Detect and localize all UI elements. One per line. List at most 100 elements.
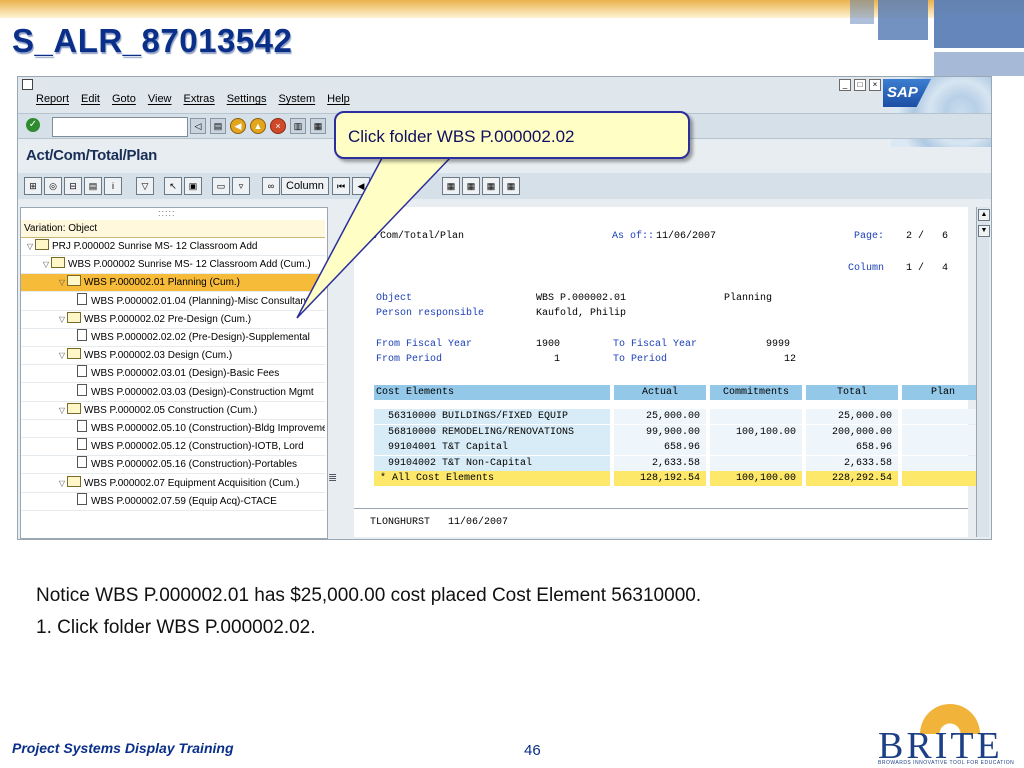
header-plan[interactable]: Plan — [902, 385, 984, 400]
folder-icon — [67, 348, 81, 360]
tree-node[interactable]: ▽ WBS P.000002.03 Design (Cum.) — [21, 347, 325, 366]
table-cell[interactable]: 25,000.00 — [614, 409, 706, 424]
list-side-icon[interactable]: ≣ — [328, 471, 342, 485]
print-icon[interactable]: ▥ — [290, 118, 306, 134]
print-preview-icon[interactable]: ▭ — [212, 177, 230, 195]
maximize-icon[interactable]: □ — [854, 79, 866, 91]
column-tool-icon[interactable]: ▦ — [462, 177, 480, 195]
column-button[interactable]: Column — [281, 177, 329, 195]
expand-toggle-icon[interactable]: ▽ — [41, 256, 51, 273]
table-cell[interactable] — [710, 455, 802, 471]
splitter-grip[interactable]: ::::: — [158, 208, 176, 218]
menu-goto[interactable]: Goto — [112, 93, 136, 105]
tree-node[interactable]: WBS P.000002.03.01 (Design)-Basic Fees — [21, 365, 325, 384]
expand-toggle-icon[interactable]: ▽ — [57, 274, 67, 291]
expand-icon[interactable]: ⊟ — [64, 177, 82, 195]
total-cell[interactable]: * All Cost Elements — [374, 471, 610, 486]
column-tool-icon[interactable]: ▦ — [442, 177, 460, 195]
navigate-icon[interactable]: ◎ — [44, 177, 62, 195]
tree-node[interactable]: WBS P.000002.01.04 (Planning)-Misc Consu… — [21, 292, 325, 311]
table-cell[interactable] — [902, 409, 984, 424]
expand-toggle-icon[interactable]: ▽ — [57, 311, 67, 328]
scroll-up-icon[interactable]: ▲ — [978, 209, 990, 221]
save-icon[interactable]: ▤ — [210, 118, 226, 134]
back-icon[interactable]: ◀ — [230, 118, 246, 134]
tree-node[interactable]: ▽ WBS P.000002.01 Planning (Cum.) — [21, 274, 325, 293]
command-field[interactable] — [52, 117, 188, 137]
detail-icon[interactable]: ▣ — [184, 177, 202, 195]
header-cost-elements[interactable]: Cost Elements — [374, 385, 610, 400]
table-cell[interactable]: 2,633.58 — [614, 455, 706, 471]
table-cell[interactable] — [902, 455, 984, 471]
prev-column-icon[interactable]: ◀ — [352, 177, 370, 195]
layout-icon[interactable]: ▤ — [84, 177, 102, 195]
exit-icon[interactable]: ▲ — [250, 118, 266, 134]
tree-node[interactable]: WBS P.000002.02.02 (Pre-Design)-Suppleme… — [21, 329, 325, 347]
table-cell[interactable] — [902, 424, 984, 440]
column-tool-icon[interactable]: ▦ — [502, 177, 520, 195]
info-icon[interactable]: i — [104, 177, 122, 195]
first-column-icon[interactable]: ⏮ — [332, 177, 350, 195]
tree-node[interactable]: WBS P.000002.03.03 (Design)-Construction… — [21, 383, 325, 402]
hierarchy-icon[interactable]: ⊞ — [24, 177, 42, 195]
expand-toggle-icon[interactable]: ▽ — [25, 238, 35, 255]
table-cell[interactable] — [710, 440, 802, 455]
table-cell[interactable]: 56810000 REMODELING/RENOVATIONS — [374, 424, 610, 440]
table-cell[interactable]: 99104001 T&T Capital — [374, 440, 610, 455]
tree-node[interactable]: ▽ WBS P.000002.05 Construction (Cum.) — [21, 402, 325, 420]
expand-toggle-icon[interactable]: ▽ — [57, 402, 67, 419]
expand-toggle-icon[interactable]: ▽ — [57, 475, 67, 492]
minimize-icon[interactable]: _ — [839, 79, 851, 91]
back-nav-icon[interactable]: ◁ — [190, 118, 206, 134]
table-cell[interactable] — [902, 440, 984, 455]
object-label: Object — [376, 293, 413, 304]
window-menu-icon[interactable] — [22, 79, 33, 90]
table-cell[interactable]: 25,000.00 — [806, 409, 898, 424]
table-cell[interactable]: 658.96 — [614, 440, 706, 455]
tree-node[interactable]: WBS P.000002.05.16 (Construction)-Portab… — [21, 456, 325, 475]
menu-settings[interactable]: Settings — [227, 93, 267, 105]
table-cell[interactable]: 2,633.58 — [806, 455, 898, 471]
menu-edit[interactable]: Edit — [81, 93, 100, 105]
tree-node[interactable]: ▽ WBS P.000002.02 Pre-Design (Cum.) — [21, 311, 325, 329]
tree-node-label: WBS P.000002.05.10 (Construction)-Bldg I… — [91, 423, 325, 434]
tree-node[interactable]: ▽ PRJ P.000002 Sunrise MS- 12 Classroom A… — [21, 238, 325, 256]
tree-node[interactable]: ▽ WBS P.000002 Sunrise MS- 12 Classroom A… — [21, 256, 325, 275]
header-commitments[interactable]: Commitments — [710, 385, 802, 400]
menu-report[interactable]: Report — [36, 93, 69, 105]
menu-system[interactable]: System — [278, 93, 315, 105]
filter-icon[interactable]: ▽ — [136, 177, 154, 195]
table-cell[interactable]: 100,100.00 — [710, 424, 802, 440]
menu-extras[interactable]: Extras — [184, 93, 215, 105]
header-actual[interactable]: Actual — [614, 385, 706, 400]
menu-help[interactable]: Help — [327, 93, 350, 105]
total-cell[interactable]: 100,100.00 — [710, 471, 802, 486]
vertical-scrollbar[interactable]: ▲ ▼ — [976, 207, 990, 537]
find-icon[interactable]: ▦ — [310, 118, 326, 134]
column-tool-icon[interactable]: ▦ — [482, 177, 500, 195]
cancel-icon[interactable]: × — [270, 118, 286, 134]
binoculars-icon[interactable]: ∞ — [262, 177, 280, 195]
tree-node[interactable]: ▽ WBS P.000002.07 Equipment Acquisition (… — [21, 475, 325, 493]
callout-bubble: Click folder WBS P.000002.02 — [334, 111, 690, 159]
total-cell[interactable] — [902, 471, 984, 486]
menu-view[interactable]: View — [148, 93, 172, 105]
header-total[interactable]: Total — [806, 385, 898, 400]
tree-node[interactable]: WBS P.000002.05.12 (Construction)-IOTB, … — [21, 438, 325, 457]
tree-node[interactable]: WBS P.000002.05.10 (Construction)-Bldg I… — [21, 420, 325, 438]
table-cell[interactable]: 200,000.00 — [806, 424, 898, 440]
enter-icon[interactable]: ✓ — [26, 118, 40, 132]
select-icon[interactable]: ↖ — [164, 177, 182, 195]
export-icon[interactable]: ▿ — [232, 177, 250, 195]
expand-toggle-icon[interactable]: ▽ — [57, 347, 67, 364]
table-cell[interactable]: 658.96 — [806, 440, 898, 455]
table-cell[interactable]: 99,900.00 — [614, 424, 706, 440]
table-cell[interactable]: 56310000 BUILDINGS/FIXED EQUIP — [374, 409, 610, 424]
total-cell[interactable]: 228,292.54 — [806, 471, 898, 486]
table-cell[interactable]: 99104002 T&T Non-Capital — [374, 455, 610, 471]
total-cell[interactable]: 128,192.54 — [614, 471, 706, 486]
scroll-down-icon[interactable]: ▼ — [978, 225, 990, 237]
tree-node[interactable]: WBS P.000002.07.59 (Equip Acq)-CTACE — [21, 492, 325, 511]
close-icon[interactable]: × — [869, 79, 881, 91]
table-cell[interactable] — [710, 409, 802, 424]
